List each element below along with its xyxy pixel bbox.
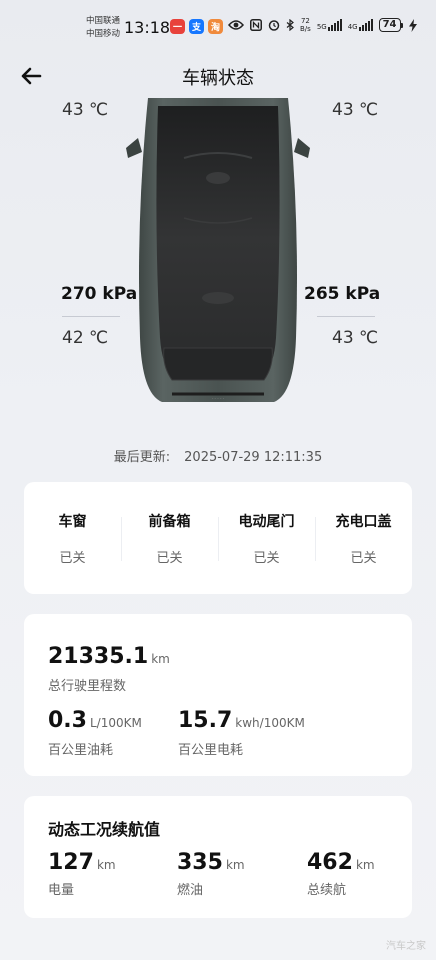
- elec-value: 15.7: [178, 708, 233, 733]
- closure-state: 已关: [253, 550, 280, 566]
- range-unit: km: [96, 858, 116, 872]
- range-label: 总续航: [307, 883, 347, 898]
- app-header: 车辆状态: [0, 56, 436, 96]
- status-bar: 中国联通 中国移动 13:18 一 支 淘 72 B/s 5G 4G 74: [0, 0, 436, 56]
- closure-tailgate: 电动尾门 已关: [218, 511, 315, 566]
- fuel-unit: L/100KM: [89, 716, 142, 730]
- rear-left-tire-temp: 42 ℃: [62, 328, 109, 348]
- battery-indicator: 74: [378, 18, 403, 32]
- closure-name: 充电口盖: [335, 513, 392, 530]
- watermark: 汽车之家: [386, 941, 426, 952]
- range-total: 462 km 总续航: [307, 850, 375, 898]
- fuel-consumption: 0.3 L/100KM 百公里油耗: [48, 708, 142, 758]
- closure-state: 已关: [350, 550, 377, 566]
- signal-bars-icon: [358, 19, 373, 31]
- status-time: 13:18: [124, 18, 171, 37]
- vehicle-status-screen: 中国联通 中国移动 13:18 一 支 淘 72 B/s 5G 4G 74 车辆…: [0, 0, 436, 960]
- closures-card: 车窗 已关 前备箱 已关 电动尾门 已关 充电口盖 已关: [24, 482, 412, 594]
- range-fuel: 335 km 燃油: [177, 850, 245, 898]
- front-right-tire-temp: 43 ℃: [332, 100, 379, 120]
- closure-frunk: 前备箱 已关: [121, 511, 218, 566]
- closure-state: 已关: [156, 550, 183, 566]
- range-value: 127: [48, 850, 94, 875]
- vehicle-visual: - - - - - 43 ℃ 43 ℃ 270 kPa 42 ℃ 265 kPa…: [0, 96, 436, 436]
- eye-icon: [228, 20, 244, 30]
- closure-name: 车窗: [58, 513, 87, 530]
- fuel-label: 百公里油耗: [48, 743, 114, 758]
- closure-windows: 车窗 已关: [24, 511, 121, 566]
- signal-bars-icon: [327, 19, 342, 31]
- rear-left-tire-pressure: 270 kPa: [61, 284, 138, 304]
- rear-left-divider: [62, 316, 120, 317]
- odometer: 21335.1 km 总行驶里程数: [48, 644, 170, 694]
- alarm-icon: [268, 20, 280, 31]
- range-value: 462: [307, 850, 353, 875]
- battery-tip: [400, 22, 403, 28]
- page-title: 车辆状态: [182, 68, 254, 89]
- charging-bolt-icon: [408, 18, 417, 32]
- carrier-1: 中国联通: [86, 16, 121, 26]
- last-updated: 最后更新: 2025-07-29 12:11:35: [0, 446, 436, 465]
- battery-level: 74: [378, 18, 401, 32]
- alipay-icon: 支: [189, 19, 204, 34]
- rear-right-tire-pressure: 265 kPa: [304, 284, 381, 304]
- electricity-consumption: 15.7 kwh/100KM 百公里电耗: [178, 708, 305, 758]
- closure-name: 前备箱: [148, 513, 191, 530]
- fuel-value: 0.3: [48, 708, 87, 733]
- network-speed: 72 B/s: [300, 17, 311, 33]
- odometer-unit: km: [151, 652, 170, 666]
- range-unit: km: [355, 858, 375, 872]
- notification-icons: 一 支 淘: [170, 19, 223, 34]
- closure-state: 已关: [59, 550, 86, 566]
- rear-right-tire-temp: 43 ℃: [332, 328, 379, 348]
- orange-app-icon: 淘: [208, 19, 223, 34]
- nfc-icon: [250, 19, 262, 31]
- car-top-view-image: - - - - -: [126, 98, 310, 402]
- closure-name: 电动尾门: [238, 513, 295, 530]
- svg-text:- - - - -: - - - - -: [212, 396, 225, 401]
- range-unit: km: [225, 858, 245, 872]
- range-title: 动态工况续航值: [48, 820, 161, 839]
- elec-unit: kwh/100KM: [235, 716, 305, 730]
- signal-4g: 4G: [348, 19, 373, 31]
- range-card: 动态工况续航值 127 km 电量 335 km 燃油 462 km 总续航: [24, 796, 412, 918]
- rear-right-divider: [317, 316, 375, 317]
- odometer-value: 21335.1: [48, 644, 149, 669]
- front-left-tire-temp: 43 ℃: [62, 100, 109, 120]
- red-app-icon: 一: [170, 19, 185, 34]
- carrier-2: 中国移动: [86, 29, 121, 39]
- carrier-info: 中国联通 中国移动: [86, 15, 120, 41]
- range-value: 335: [177, 850, 223, 875]
- bluetooth-icon: [286, 19, 294, 31]
- elec-label: 百公里电耗: [178, 743, 244, 758]
- odometer-label: 总行驶里程数: [48, 679, 127, 694]
- range-electric: 127 km 电量: [48, 850, 116, 898]
- mileage-card: 21335.1 km 总行驶里程数 0.3 L/100KM 百公里油耗 15.7 kw…: [24, 614, 412, 776]
- closure-charge-port: 充电口盖 已关: [315, 511, 412, 566]
- last-updated-value: 2025-07-29 12:11:35: [184, 450, 323, 465]
- system-indicators: 72 B/s 5G 4G 74: [228, 17, 417, 33]
- signal-5g: 5G: [317, 19, 342, 31]
- range-label: 电量: [48, 883, 75, 898]
- range-label: 燃油: [177, 883, 204, 898]
- last-updated-label: 最后更新:: [113, 450, 171, 465]
